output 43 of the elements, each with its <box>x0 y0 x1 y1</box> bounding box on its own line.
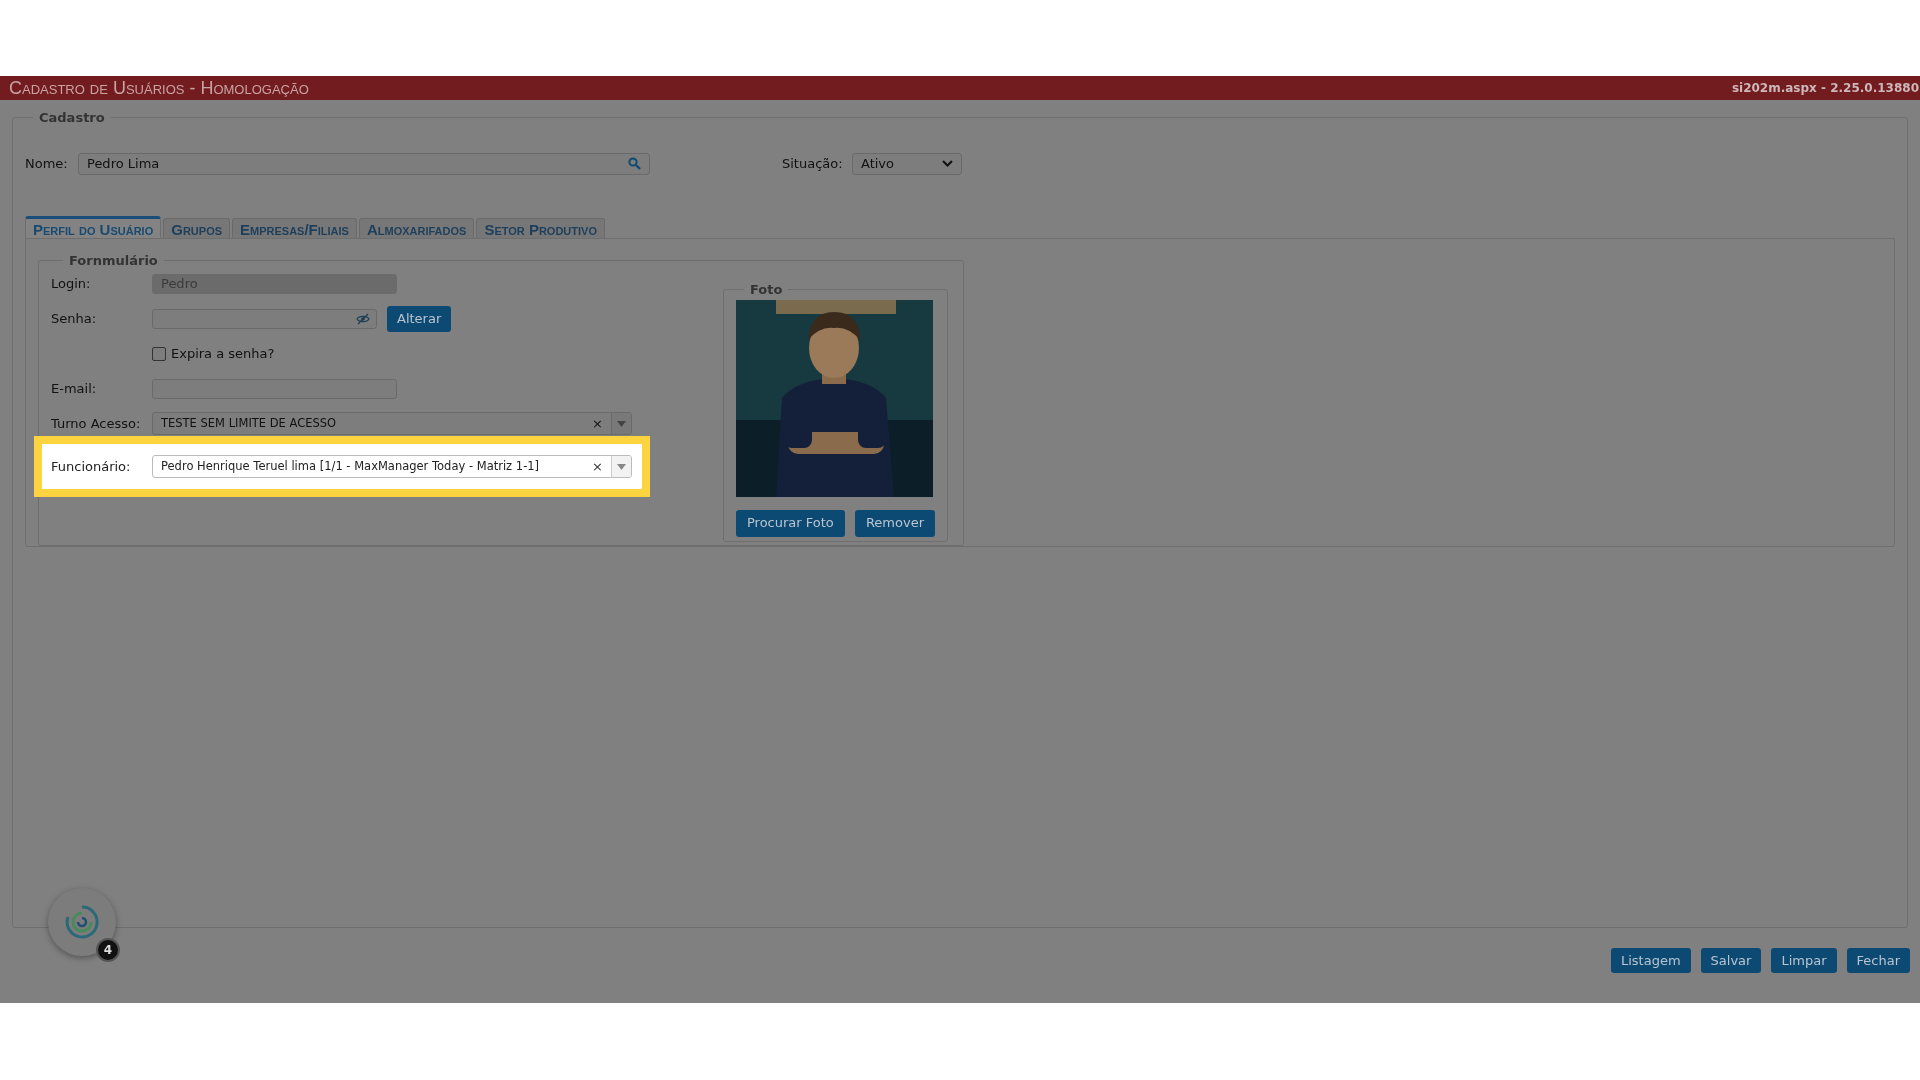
search-icon[interactable] <box>628 157 641 170</box>
name-value: Pedro Lima <box>87 154 160 173</box>
tab[interactable]: Grupos <box>163 217 231 238</box>
action-button[interactable]: Salvar <box>1700 948 1762 973</box>
name-field[interactable]: Pedro Lima <box>78 152 650 175</box>
hidden-eye-icon[interactable] <box>356 312 370 325</box>
notification-badge: 4 <box>96 938 120 962</box>
field-label: Funcionário: <box>51 457 132 476</box>
combo-value: TESTE SEM LIMITE DE ACESSO <box>160 414 338 432</box>
tab[interactable]: Empresas/Filiais <box>232 217 357 238</box>
action-button[interactable]: Limpar <box>1771 948 1837 973</box>
password-field[interactable] <box>152 308 377 329</box>
checkbox-label: Expira a senha? <box>171 344 275 363</box>
tab[interactable]: Almoxarifados <box>358 217 475 238</box>
swirl-icon <box>64 904 100 940</box>
photo-button[interactable]: Remover <box>854 509 935 537</box>
form-legend: Fornmulário <box>63 250 164 270</box>
name-label: Nome: <box>25 154 69 173</box>
window-title: Cadastro de Usuários - Homologação <box>9 76 309 100</box>
photo-legend: Foto <box>744 280 789 300</box>
tab[interactable]: Setor Produtivo <box>476 217 605 238</box>
clear-button[interactable]: × <box>584 456 611 477</box>
combo-value: Pedro Henrique Teruel lima [1/1 - MaxManager Today - Matriz 1-1] <box>160 457 541 475</box>
field-label: Senha: <box>51 309 98 328</box>
field-label: Login: <box>51 274 92 293</box>
chevron-down-icon <box>942 160 953 167</box>
version-text: si202m.aspx - 2.25.0.13880 <box>1731 80 1919 97</box>
checkbox[interactable] <box>152 346 166 361</box>
status-label: Situação: <box>782 154 844 173</box>
action-button[interactable]: Fechar <box>1846 948 1910 973</box>
photo-button[interactable]: Procurar Foto <box>736 509 845 537</box>
action-button[interactable]: Listagem <box>1611 948 1691 973</box>
combo-field[interactable]: Pedro Henrique Teruel lima [1/1 - MaxManager Today - Matriz 1-1] × <box>152 455 632 478</box>
cadastro-legend: Cadastro <box>33 108 111 128</box>
chat-widget-button[interactable] <box>48 888 116 956</box>
status-value: Ativo <box>861 154 895 173</box>
combo-field[interactable]: TESTE SEM LIMITE DE ACESSO × <box>152 412 632 435</box>
clear-button[interactable]: × <box>584 413 611 434</box>
field-label: E-mail: <box>51 379 98 398</box>
field-label: Turno Acesso: <box>51 414 142 433</box>
change-button[interactable]: Alterar <box>387 305 452 332</box>
tab[interactable]: Perfil do Usuário <box>25 215 162 238</box>
status-select[interactable]: Ativo <box>852 152 962 175</box>
